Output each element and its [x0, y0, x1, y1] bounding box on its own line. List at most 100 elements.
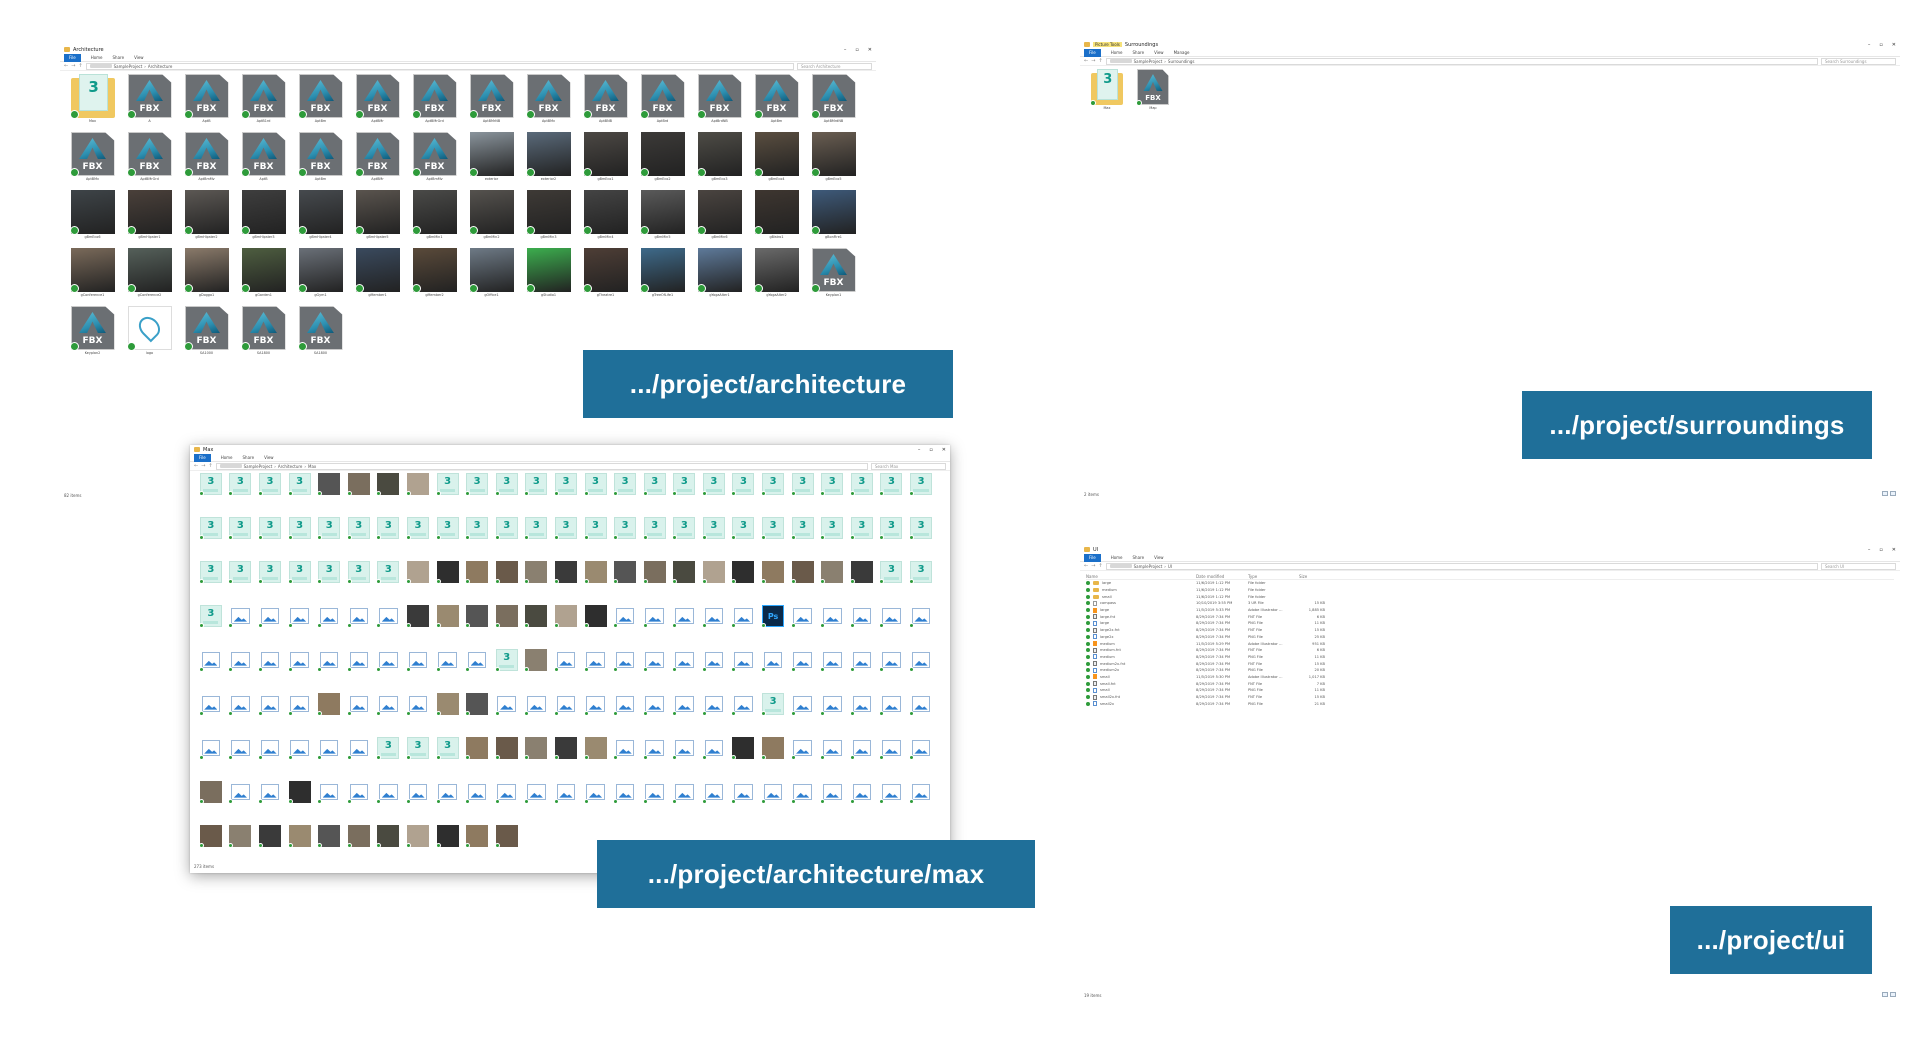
- file-item[interactable]: [196, 737, 226, 781]
- details-view-icon[interactable]: [1882, 992, 1888, 997]
- file-item[interactable]: 3: [433, 517, 463, 561]
- file-item[interactable]: [729, 737, 759, 781]
- file-item[interactable]: [255, 649, 285, 693]
- file-item[interactable]: 3: [522, 473, 552, 517]
- file-item[interactable]: 3: [581, 473, 611, 517]
- file-item[interactable]: FBX AptBMrGrd: [121, 132, 178, 190]
- column-name[interactable]: Name: [1086, 574, 1196, 579]
- file-item[interactable]: 3: [640, 473, 670, 517]
- file-item[interactable]: [344, 693, 374, 737]
- back-arrow-icon[interactable]: ←: [1084, 58, 1088, 64]
- file-item[interactable]: [403, 605, 433, 649]
- breadcrumb-max[interactable]: Max: [308, 464, 316, 469]
- file-item[interactable]: [226, 825, 256, 869]
- file-item[interactable]: gConference1: [64, 248, 121, 306]
- address-bar[interactable]: SampleProject › UI: [1105, 562, 1818, 570]
- file-item[interactable]: FBX Map: [1130, 69, 1176, 121]
- column-type[interactable]: Type: [1248, 574, 1299, 579]
- file-item[interactable]: [817, 737, 847, 781]
- file-item[interactable]: [403, 473, 433, 517]
- ribbon-tab-share[interactable]: Share: [1133, 555, 1145, 560]
- file-item[interactable]: gBmHipster2: [178, 190, 235, 248]
- file-item[interactable]: [226, 693, 256, 737]
- file-item[interactable]: [906, 605, 936, 649]
- file-item[interactable]: [403, 825, 433, 869]
- file-item[interactable]: [610, 781, 640, 825]
- ribbon-tab-manage[interactable]: Manage: [1174, 50, 1190, 55]
- file-item[interactable]: gConference2: [121, 248, 178, 306]
- forward-arrow-icon[interactable]: →: [1091, 58, 1095, 64]
- file-item[interactable]: 3: [374, 561, 404, 605]
- ribbon-tab-home[interactable]: Home: [221, 455, 233, 460]
- file-item[interactable]: 3: [255, 517, 285, 561]
- file-item[interactable]: [433, 781, 463, 825]
- ribbon-tab-file[interactable]: File: [194, 453, 211, 462]
- file-item[interactable]: [344, 649, 374, 693]
- file-item[interactable]: [314, 825, 344, 869]
- file-item[interactable]: 3: [492, 517, 522, 561]
- breadcrumb-architecture[interactable]: Architecture: [148, 64, 173, 69]
- file-item[interactable]: gBistro1: [748, 190, 805, 248]
- file-item[interactable]: 3: [374, 517, 404, 561]
- file-item[interactable]: 3: [255, 561, 285, 605]
- file-item[interactable]: FBX AptBMv: [64, 132, 121, 190]
- file-item[interactable]: [877, 649, 907, 693]
- forward-arrow-icon[interactable]: →: [201, 463, 205, 469]
- minimize-button[interactable]: –: [844, 47, 847, 53]
- file-item[interactable]: 3: [196, 517, 226, 561]
- file-item[interactable]: [285, 737, 315, 781]
- table-row[interactable]: large2x.fnt 8/29/2019 7:34 PM FNT File 15 K…: [1086, 627, 1894, 634]
- file-item[interactable]: FBX AptBNB: [577, 74, 634, 132]
- file-item[interactable]: gBmHipster5: [349, 190, 406, 248]
- file-item[interactable]: [522, 737, 552, 781]
- file-item[interactable]: [610, 649, 640, 693]
- file-item[interactable]: [847, 693, 877, 737]
- file-item[interactable]: 3: [344, 517, 374, 561]
- table-row[interactable]: large 11/5/2019 5:33 PM Adobe Illustrator …: [1086, 607, 1894, 614]
- file-item[interactable]: [314, 605, 344, 649]
- file-item[interactable]: gBmHipster3: [235, 190, 292, 248]
- file-item[interactable]: [551, 605, 581, 649]
- file-item[interactable]: [758, 561, 788, 605]
- file-item[interactable]: [729, 693, 759, 737]
- address-bar[interactable]: SampleProject › Surroundings: [1105, 57, 1818, 65]
- table-row[interactable]: medium 11/6/2019 1:12 PM File folder: [1086, 587, 1894, 594]
- file-item[interactable]: [847, 737, 877, 781]
- file-item[interactable]: 3: [877, 517, 907, 561]
- file-item[interactable]: [788, 781, 818, 825]
- file-item[interactable]: [314, 473, 344, 517]
- file-item[interactable]: [817, 605, 847, 649]
- ribbon-tab-home[interactable]: Home: [1111, 50, 1123, 55]
- file-item[interactable]: [196, 649, 226, 693]
- file-item[interactable]: [285, 649, 315, 693]
- file-item[interactable]: [699, 693, 729, 737]
- file-item[interactable]: [581, 693, 611, 737]
- file-item[interactable]: 3: [610, 517, 640, 561]
- file-item[interactable]: [462, 693, 492, 737]
- column-size[interactable]: Size: [1299, 574, 1339, 579]
- file-item[interactable]: [255, 605, 285, 649]
- table-row[interactable]: large 8/29/2019 7:34 PM PNG File 11 KB: [1086, 620, 1894, 627]
- file-item[interactable]: [226, 605, 256, 649]
- file-item[interactable]: [610, 737, 640, 781]
- file-item[interactable]: 3: [729, 473, 759, 517]
- file-item[interactable]: [522, 781, 552, 825]
- file-item[interactable]: 3: [344, 561, 374, 605]
- file-item[interactable]: 3: [433, 473, 463, 517]
- table-row[interactable]: small 11/5/2019 5:30 PM Adobe Illustrator …: [1086, 674, 1894, 681]
- file-item[interactable]: 3: [847, 517, 877, 561]
- table-row[interactable]: medium 8/29/2019 7:34 PM PNG File 11 KB: [1086, 654, 1894, 661]
- ribbon-tab-home[interactable]: Home: [91, 55, 103, 60]
- file-item[interactable]: gBmMin1: [406, 190, 463, 248]
- file-item[interactable]: [906, 737, 936, 781]
- file-item[interactable]: 3: [877, 561, 907, 605]
- breadcrumb-sampleproject[interactable]: SampleProject: [1134, 59, 1163, 64]
- file-item[interactable]: [847, 649, 877, 693]
- file-item[interactable]: [640, 649, 670, 693]
- file-item[interactable]: gGarden1: [235, 248, 292, 306]
- file-item[interactable]: [581, 561, 611, 605]
- table-row[interactable]: medium2x.fnt 8/29/2019 7:34 PM FNT File 15 …: [1086, 660, 1894, 667]
- file-item[interactable]: [788, 693, 818, 737]
- file-item[interactable]: 3: [847, 473, 877, 517]
- file-item[interactable]: [788, 605, 818, 649]
